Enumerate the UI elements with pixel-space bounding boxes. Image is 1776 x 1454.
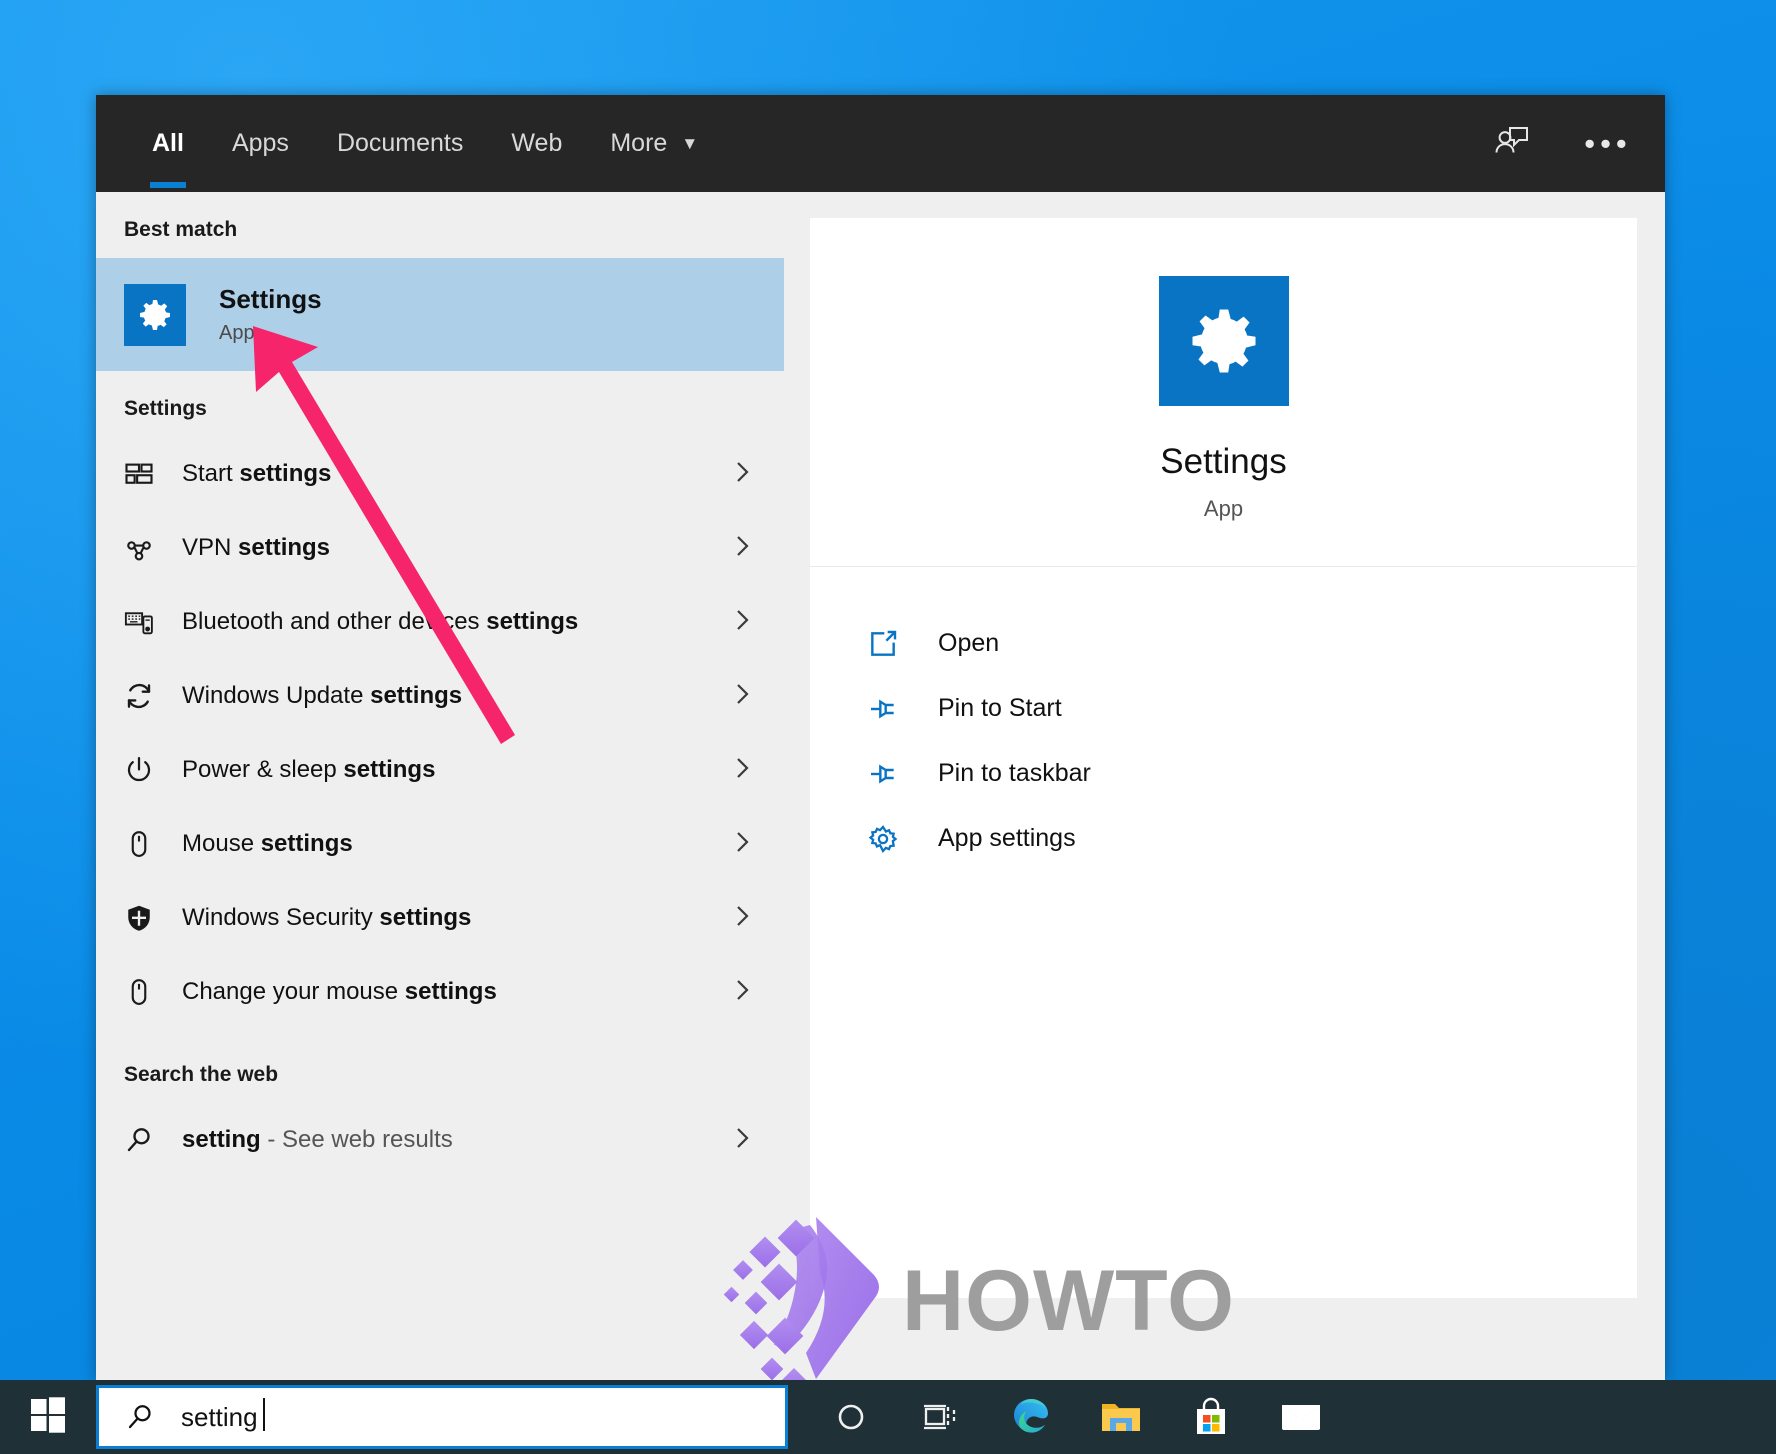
open-external-icon [862,628,904,660]
result-label: Power & sleep settings [182,756,436,783]
action-label: Pin to taskbar [938,759,1091,787]
chevron-right-icon [732,679,754,714]
mail-icon[interactable] [1256,1380,1346,1454]
vpn-icon [124,533,170,563]
mouse-icon [124,829,170,859]
microsoft-store-icon[interactable] [1166,1380,1256,1454]
feedback-button[interactable] [1481,113,1543,175]
app-header: Settings App [810,218,1637,566]
preview-app-type: App [1203,496,1244,521]
ellipsis-icon: ••• [1584,125,1632,161]
result-bluetooth-settings[interactable]: Bluetooth and other devices settings [96,585,784,659]
tab-more[interactable]: More ▼ [586,95,722,192]
gear-icon [1158,276,1289,406]
search-filter-header: All Apps Documents Web More ▼ ••• [96,95,1665,192]
microsoft-edge-icon[interactable] [986,1380,1076,1454]
app-actions-list: Open Pin to Start Pin to taskbar App set… [810,567,1637,871]
feedback-person-icon [1492,121,1532,166]
result-windows-update-settings[interactable]: Windows Update settings [96,659,784,733]
chevron-right-icon [732,605,754,640]
windows-logo-icon [30,1396,66,1438]
pin-icon [862,693,904,725]
tab-all-label: All [152,129,184,157]
header-actions: ••• [1481,95,1639,192]
result-label: Mouse settings [182,830,353,857]
search-flyout-panel: All Apps Documents Web More ▼ ••• Best m… [96,95,1665,1402]
action-label: Pin to Start [938,694,1062,722]
best-match-text: Settings App [219,284,322,344]
action-pin-to-taskbar[interactable]: Pin to taskbar [862,741,1637,806]
tab-more-label: More [610,129,668,157]
result-windows-security-settings[interactable]: Windows Security settings [96,881,784,955]
chevron-down-icon: ▼ [681,134,699,153]
result-label: Bluetooth and other devices settings [182,608,579,635]
chevron-right-icon [732,1123,754,1158]
start-button[interactable] [0,1380,96,1454]
start-tiles-icon [124,459,170,489]
gear-outline-icon [862,823,904,855]
result-web-search[interactable]: setting - See web results [96,1103,784,1177]
preview-app-name: Settings [1160,442,1287,481]
cortana-icon[interactable] [806,1380,896,1454]
tab-documents[interactable]: Documents [313,95,487,192]
results-list-pane: Best match Settings App Settings Start s… [96,192,784,1380]
result-label: Change your mouse settings [182,978,497,1005]
search-input-value: setting [181,1397,265,1432]
chevron-right-icon [732,531,754,566]
search-results-body: Best match Settings App Settings Start s… [96,192,1665,1380]
tab-documents-label: Documents [336,129,464,157]
result-start-settings[interactable]: Start settings [96,437,784,511]
chevron-right-icon [732,457,754,492]
settings-group-heading: Settings [124,397,207,420]
tab-all[interactable]: All [128,95,208,192]
best-match-subtitle: App [219,321,255,344]
result-power-sleep-settings[interactable]: Power & sleep settings [96,733,784,807]
search-icon [125,1402,155,1432]
task-view-icon[interactable] [896,1380,986,1454]
more-options-button[interactable]: ••• [1577,113,1639,175]
action-app-settings[interactable]: App settings [862,806,1637,871]
chevron-right-icon [732,753,754,788]
search-icon [124,1125,170,1155]
action-label: App settings [938,824,1076,852]
app-preview-card: Settings App Open Pin to Start Pin to ta… [810,218,1637,1298]
result-label: Windows Security settings [182,904,472,931]
chevron-right-icon [732,975,754,1010]
bluetooth-devices-icon [124,607,170,637]
tab-apps-label: Apps [231,129,289,157]
shield-icon [124,903,170,933]
taskbar-icons [806,1380,1346,1454]
result-mouse-settings[interactable]: Mouse settings [96,807,784,881]
taskbar: setting [0,1380,1776,1454]
result-label: Start settings [182,460,332,487]
action-open[interactable]: Open [862,611,1637,676]
tab-web[interactable]: Web [487,95,586,192]
filter-tabs: All Apps Documents Web More ▼ [96,95,722,192]
chevron-right-icon [732,901,754,936]
best-match-result-settings[interactable]: Settings App [96,258,784,371]
result-change-mouse-settings[interactable]: Change your mouse settings [96,955,784,1029]
search-input[interactable]: setting [96,1385,788,1449]
refresh-icon [124,681,170,711]
result-label: Windows Update settings [182,682,463,709]
search-the-web-heading: Search the web [124,1063,279,1086]
best-match-title: Settings [219,284,322,315]
chevron-right-icon [732,827,754,862]
pin-icon [862,758,904,790]
power-icon [124,755,170,785]
action-label: Open [938,629,1000,657]
mouse-icon [124,977,170,1007]
file-explorer-icon[interactable] [1076,1380,1166,1454]
result-label: setting - See web results [182,1126,453,1153]
tab-apps[interactable]: Apps [208,95,313,192]
best-match-heading: Best match [124,218,238,241]
tab-web-label: Web [511,129,563,157]
result-vpn-settings[interactable]: VPN settings [96,511,784,585]
gear-icon [124,283,186,346]
preview-pane: Settings App Open Pin to Start Pin to ta… [784,192,1665,1380]
result-label: VPN settings [182,534,331,561]
action-pin-to-start[interactable]: Pin to Start [862,676,1637,741]
